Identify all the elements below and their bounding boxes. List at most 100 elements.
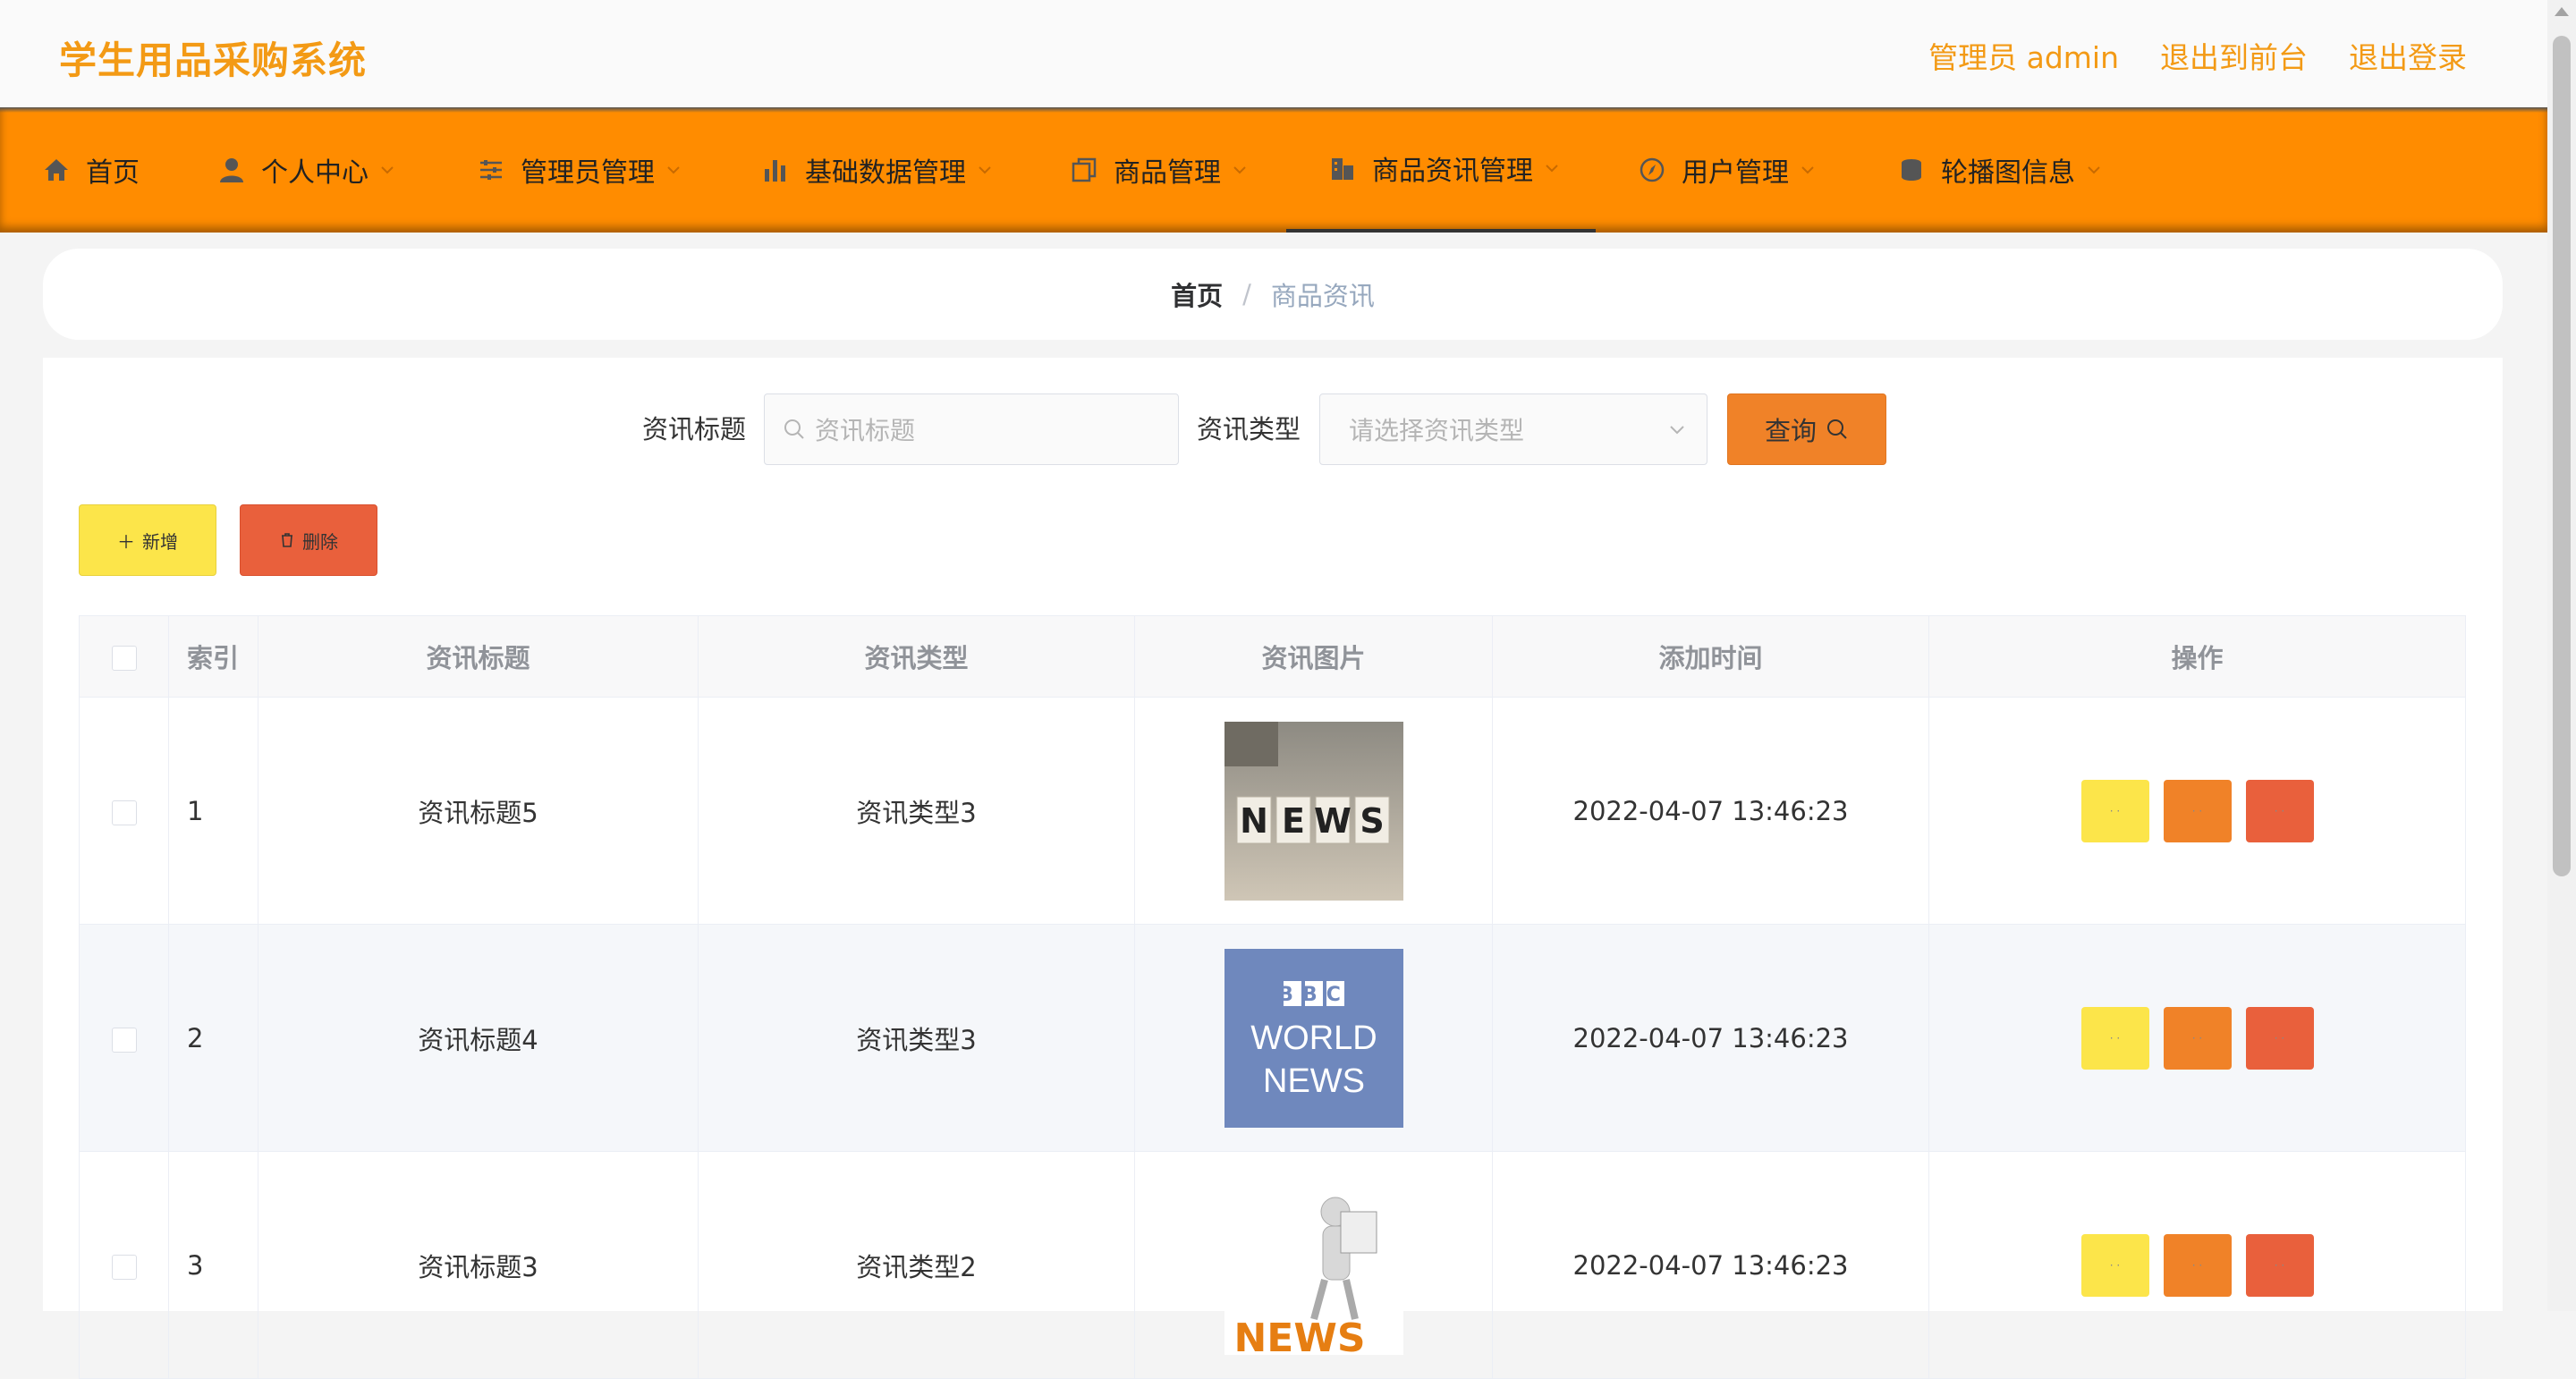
chevron-down-icon: [379, 162, 395, 178]
row-delete-button[interactable]: · ·: [2245, 779, 2314, 842]
add-button-label: 新增: [142, 530, 178, 553]
logout-link[interactable]: 退出登录: [2349, 34, 2467, 77]
row-index: 2: [168, 924, 258, 1152]
nav-item-label: 轮播图信息: [1941, 157, 2075, 189]
breadcrumb-separator: /: [1242, 279, 1251, 309]
title-search-placeholder: 资讯标题: [815, 416, 916, 445]
view-button[interactable]: · ·: [2080, 1006, 2149, 1070]
bbc-world-news-image[interactable]: BBC WORLD NEWS: [1224, 948, 1403, 1128]
user-icon: [216, 155, 247, 185]
search-form: 资讯标题 资讯标题 资讯类型 请选择资讯类型 查询: [43, 393, 2503, 465]
scroll-up-arrow-icon[interactable]: [2555, 7, 2569, 16]
nav-item-label: 用户管理: [1682, 157, 1789, 189]
row-type: 资讯类型3: [698, 697, 1135, 925]
chevron-down-icon: [1800, 162, 1816, 178]
news-figure-text: NEWS: [1233, 1316, 1365, 1355]
nav-item-label: 管理员管理: [521, 157, 655, 189]
breadcrumb-home[interactable]: 首页: [1171, 275, 1223, 313]
exit-to-front-link[interactable]: 退出到前台: [2160, 34, 2308, 77]
add-button[interactable]: ＋ 新增: [79, 504, 216, 576]
delete-button-label: 删除: [302, 530, 338, 553]
row-actions: · · · · · ·: [1928, 1151, 2466, 1379]
column-header: 索引: [168, 615, 258, 698]
chevron-down-icon: [1232, 162, 1248, 178]
chevron-down-icon: [1544, 160, 1560, 176]
type-select-placeholder: 请选择资讯类型: [1349, 416, 1525, 445]
edit-button[interactable]: · ·: [2163, 1006, 2232, 1070]
nav-item-product-news[interactable]: 商品资讯管理: [1286, 107, 1596, 233]
scrollbar-thumb[interactable]: [2553, 36, 2571, 876]
search-icon: [783, 418, 806, 441]
select-all-checkbox[interactable]: [111, 646, 137, 671]
svg-text:N: N: [1240, 801, 1268, 841]
column-header: 添加时间: [1492, 615, 1929, 698]
row-type: 资讯类型3: [698, 924, 1135, 1152]
sliders-icon: [476, 155, 506, 185]
chevron-down-icon: [977, 162, 993, 178]
news-figure-image[interactable]: NEWS: [1224, 1175, 1403, 1355]
breadcrumb-current: 商品资讯: [1270, 281, 1375, 311]
svg-text:E: E: [1282, 801, 1305, 841]
table-row: 1 资讯标题5 资讯类型3 N E W S 2022-04-07 13:46:2…: [79, 697, 2466, 925]
nav-item-user-management[interactable]: 用户管理: [1637, 107, 1816, 233]
row-title: 资讯标题5: [258, 697, 699, 925]
type-select[interactable]: 请选择资讯类型: [1319, 393, 1707, 465]
row-delete-button[interactable]: · ·: [2245, 1233, 2314, 1297]
row-checkbox[interactable]: [111, 1027, 137, 1053]
nav-item-label: 商品资讯管理: [1372, 156, 1533, 187]
home-icon: [41, 155, 72, 185]
nav-item-admin-management[interactable]: 管理员管理: [476, 107, 682, 233]
row-actions: · · · · · ·: [1928, 697, 2466, 925]
row-time: 2022-04-07 13:46:23: [1492, 1151, 1929, 1379]
query-button[interactable]: 查询: [1727, 393, 1886, 465]
view-button[interactable]: · ·: [2080, 779, 2149, 842]
nav-item-product-management[interactable]: 商品管理: [1069, 107, 1248, 233]
row-actions: · · · · · ·: [1928, 924, 2466, 1152]
trash-icon: [279, 532, 295, 548]
header-links: 管理员 admin 退出到前台 退出登录: [1928, 34, 2467, 77]
nav-item-personal-center[interactable]: 个人中心: [216, 107, 395, 233]
bbc-badge-text: BBC: [1278, 984, 1350, 1006]
building-icon: [1327, 153, 1358, 183]
column-header: 资讯图片: [1134, 615, 1493, 698]
title-label: 资讯标题: [642, 414, 747, 444]
compass-icon: [1637, 155, 1667, 185]
nav-item-label: 个人中心: [261, 157, 369, 189]
page-scrollbar[interactable]: [2547, 0, 2576, 1311]
copy-icon: [1069, 155, 1099, 185]
row-checkbox[interactable]: [111, 1254, 137, 1280]
news-blocks-image[interactable]: N E W S: [1224, 721, 1403, 901]
bbc-world-text: WORLD: [1250, 1019, 1377, 1057]
nav-item-basic-data[interactable]: 基础数据管理: [760, 107, 993, 233]
content-panel: 资讯标题 资讯标题 资讯类型 请选择资讯类型 查询 ＋ 新增 删除 索引 资讯标…: [43, 358, 2503, 1379]
chevron-down-icon: [1667, 419, 1687, 439]
top-header: 学生用品采购系统 管理员 admin 退出到前台 退出登录: [0, 0, 2547, 108]
bar-chart-icon: [760, 155, 791, 185]
row-delete-button[interactable]: · ·: [2245, 1006, 2314, 1070]
news-table: 索引 资讯标题 资讯类型 资讯图片 添加时间 操作 1 资讯标题5 资讯类型3: [79, 615, 2466, 1379]
row-title: 资讯标题3: [258, 1151, 699, 1379]
chevron-down-icon: [2086, 162, 2102, 178]
table-row: 3 资讯标题3 资讯类型2 NEWS 2022-04-07 13:46:23 ·…: [79, 1151, 2466, 1379]
row-title: 资讯标题4: [258, 924, 699, 1152]
svg-text:W: W: [1314, 801, 1352, 841]
delete-button[interactable]: 删除: [240, 504, 377, 576]
view-button[interactable]: · ·: [2080, 1233, 2149, 1297]
row-checkbox[interactable]: [111, 799, 137, 825]
row-image-cell: NEWS: [1134, 1151, 1493, 1379]
svg-text:S: S: [1360, 801, 1384, 841]
row-image-cell: BBC WORLD NEWS: [1134, 924, 1493, 1152]
edit-button[interactable]: · ·: [2163, 779, 2232, 842]
type-label: 资讯类型: [1197, 414, 1301, 444]
admin-user-link[interactable]: 管理员 admin: [1928, 34, 2119, 77]
nav-item-label: 首页: [86, 157, 140, 189]
row-index: 1: [168, 697, 258, 925]
query-button-label: 查询: [1764, 416, 1817, 446]
main-nav: 首页 个人中心 管理员管理 基础数据管理 商品管理 商品资讯管理 用户管理 轮播…: [0, 107, 2547, 233]
title-search-input[interactable]: 资讯标题: [764, 393, 1179, 465]
edit-button[interactable]: · ·: [2163, 1233, 2232, 1297]
app-title: 学生用品采购系统: [59, 38, 368, 82]
nav-item-carousel[interactable]: 轮播图信息: [1896, 107, 2102, 233]
nav-item-home[interactable]: 首页: [41, 107, 140, 233]
table-row: 2 资讯标题4 资讯类型3 BBC WORLD NEWS 2022-04-07 …: [79, 924, 2466, 1152]
